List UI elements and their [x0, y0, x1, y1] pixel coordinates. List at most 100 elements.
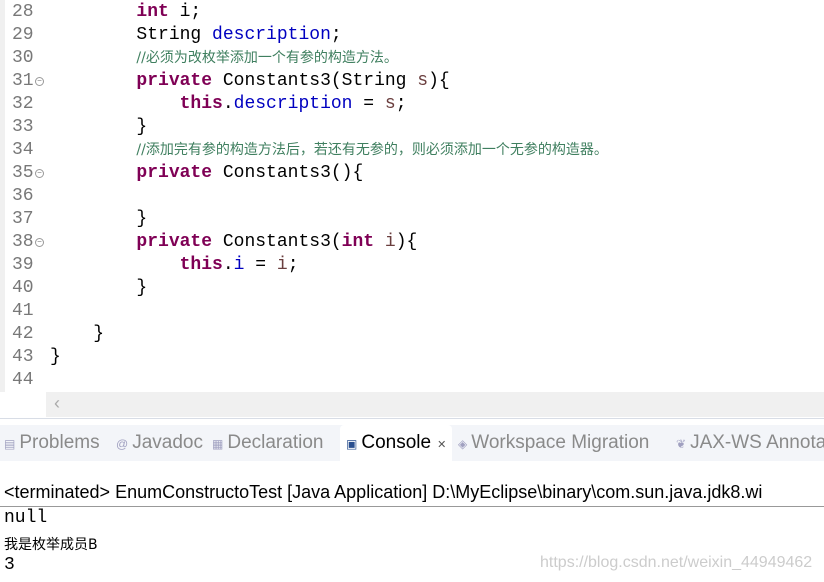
code-token: Constants3(String: [212, 71, 418, 91]
field-name: description: [233, 94, 353, 114]
code-text: private Constants3(String s){: [50, 70, 450, 93]
code-line[interactable]: 44: [0, 369, 824, 392]
code-text: this.description = s;: [50, 93, 407, 116]
code-text: this.i = i;: [50, 254, 299, 277]
code-line[interactable]: 35− private Constants3(){: [0, 162, 824, 185]
code-line[interactable]: 30 //必须为改枚举添加一个有参的构造方法。: [0, 47, 824, 70]
tab-declaration[interactable]: ▦ Declaration: [212, 425, 323, 461]
parameter: i: [276, 255, 288, 275]
chevron-left-icon[interactable]: ‹: [54, 393, 60, 414]
code-token: ){: [395, 232, 418, 252]
keyword: this: [179, 94, 223, 114]
migration-icon: ◈: [458, 437, 468, 451]
code-text: //添加完有参的构造方法后，若还有无参的，则必须添加一个无参的构造器。: [50, 139, 608, 162]
console-output-line: 我是枚举成员B: [4, 537, 98, 553]
comment: //添加完有参的构造方法后，若还有无参的，则必须添加一个无参的构造器。: [136, 142, 608, 158]
parameter: s: [417, 71, 429, 91]
line-number: 39: [12, 255, 34, 275]
code-line[interactable]: 43}: [0, 346, 824, 369]
code-token: .: [222, 94, 234, 114]
code-line[interactable]: 28 int i;: [0, 1, 824, 24]
code-line[interactable]: 31− private Constants3(String s){: [0, 70, 824, 93]
parameter: i: [384, 232, 396, 252]
code-token: =: [352, 94, 385, 114]
code-line[interactable]: 39 this.i = i;: [0, 254, 824, 277]
watermark: https://blog.csdn.net/weixin_44949462: [540, 554, 813, 571]
field-name: description: [212, 25, 331, 45]
code-token: }: [136, 278, 148, 298]
at-icon: @: [116, 437, 129, 451]
tab-label: Workspace Migration: [471, 432, 650, 453]
code-line[interactable]: 32 this.description = s;: [0, 93, 824, 116]
tab-label: Console: [361, 432, 432, 453]
code-token: ;: [330, 25, 342, 45]
code-token: }: [136, 117, 148, 137]
keyword: int: [341, 232, 375, 252]
code-line[interactable]: 34 //添加完有参的构造方法后，若还有无参的，则必须添加一个无参的构造器。: [0, 139, 824, 162]
keyword: int: [136, 2, 169, 22]
horizontal-scrollbar[interactable]: ‹: [46, 392, 824, 417]
comment: //必须为改枚举添加一个有参的构造方法。: [136, 50, 398, 66]
tab-label: Declaration: [227, 432, 324, 453]
tab-workspace-migration[interactable]: ◈ Workspace Migration: [458, 425, 649, 461]
line-number: 33: [12, 117, 34, 137]
tab-label: JAX-WS Annota: [690, 432, 824, 453]
line-number: 42: [12, 324, 34, 344]
line-number: 32: [12, 94, 34, 114]
fold-toggle-icon[interactable]: −: [35, 77, 44, 86]
fold-toggle-icon[interactable]: −: [35, 169, 44, 178]
keyword: private: [136, 163, 213, 183]
code-token: ;: [395, 94, 407, 114]
code-text: }: [50, 323, 104, 346]
view-tabs: ▤ Problems @ Javadoc ▦ Declaration ▣ Console ✕ ◈ W…: [0, 425, 824, 461]
code-token: =: [244, 255, 277, 275]
code-line[interactable]: 37 }: [0, 208, 824, 231]
code-line[interactable]: 36: [0, 185, 824, 208]
code-text: String description;: [50, 24, 342, 47]
close-icon[interactable]: ✕: [437, 439, 446, 451]
keyword: private: [136, 232, 213, 252]
code-token: }: [93, 324, 105, 344]
fold-toggle-icon[interactable]: −: [35, 238, 44, 247]
line-number: 41: [12, 301, 34, 321]
code-line[interactable]: 38− private Constants3(int i){: [0, 231, 824, 254]
code-token: ){: [428, 71, 450, 91]
parameter: s: [384, 94, 396, 114]
keyword: private: [136, 71, 213, 91]
console-header: <terminated> EnumConstructoTest [Java Ap…: [4, 482, 763, 502]
code-line[interactable]: 29 String description;: [0, 24, 824, 47]
tab-javadoc[interactable]: @ Javadoc: [116, 425, 203, 461]
code-text: }: [50, 277, 147, 300]
code-text: private Constants3(int i){: [50, 231, 417, 254]
code-line[interactable]: 33 }: [0, 116, 824, 139]
code-line[interactable]: 42 }: [0, 323, 824, 346]
tab-label: Javadoc: [132, 432, 203, 453]
code-text: }: [50, 208, 147, 231]
code-text: }: [50, 346, 61, 369]
code-token: String: [136, 25, 213, 45]
line-number: 30: [12, 48, 34, 68]
console-output-line: null: [4, 508, 48, 528]
code-line[interactable]: 40 }: [0, 277, 824, 300]
tab-console[interactable]: ▣ Console ✕: [340, 425, 453, 461]
problems-icon: ▤: [4, 437, 16, 451]
tab-problems[interactable]: ▤ Problems: [4, 425, 100, 461]
code-line[interactable]: 41: [0, 300, 824, 323]
tab-label: Problems: [19, 432, 100, 453]
declaration-icon: ▦: [212, 437, 224, 451]
code-text: //必须为改枚举添加一个有参的构造方法。: [50, 47, 398, 70]
line-number: 34: [12, 140, 34, 160]
line-number: 37: [12, 209, 34, 229]
code-token: i;: [168, 2, 202, 22]
code-text: private Constants3(){: [50, 162, 363, 185]
keyword: this: [179, 255, 223, 275]
field-name: i: [233, 255, 245, 275]
code-token: ;: [287, 255, 299, 275]
code-editor[interactable]: 28 int i; 29 String description; 30 //必须为改…: [0, 0, 824, 419]
code-text: int i;: [50, 1, 201, 24]
line-number: 29: [12, 25, 34, 45]
code-token: }: [50, 347, 61, 367]
code-text: }: [50, 116, 147, 139]
tab-jax-ws-annota[interactable]: ❦ JAX-WS Annota: [676, 425, 824, 461]
